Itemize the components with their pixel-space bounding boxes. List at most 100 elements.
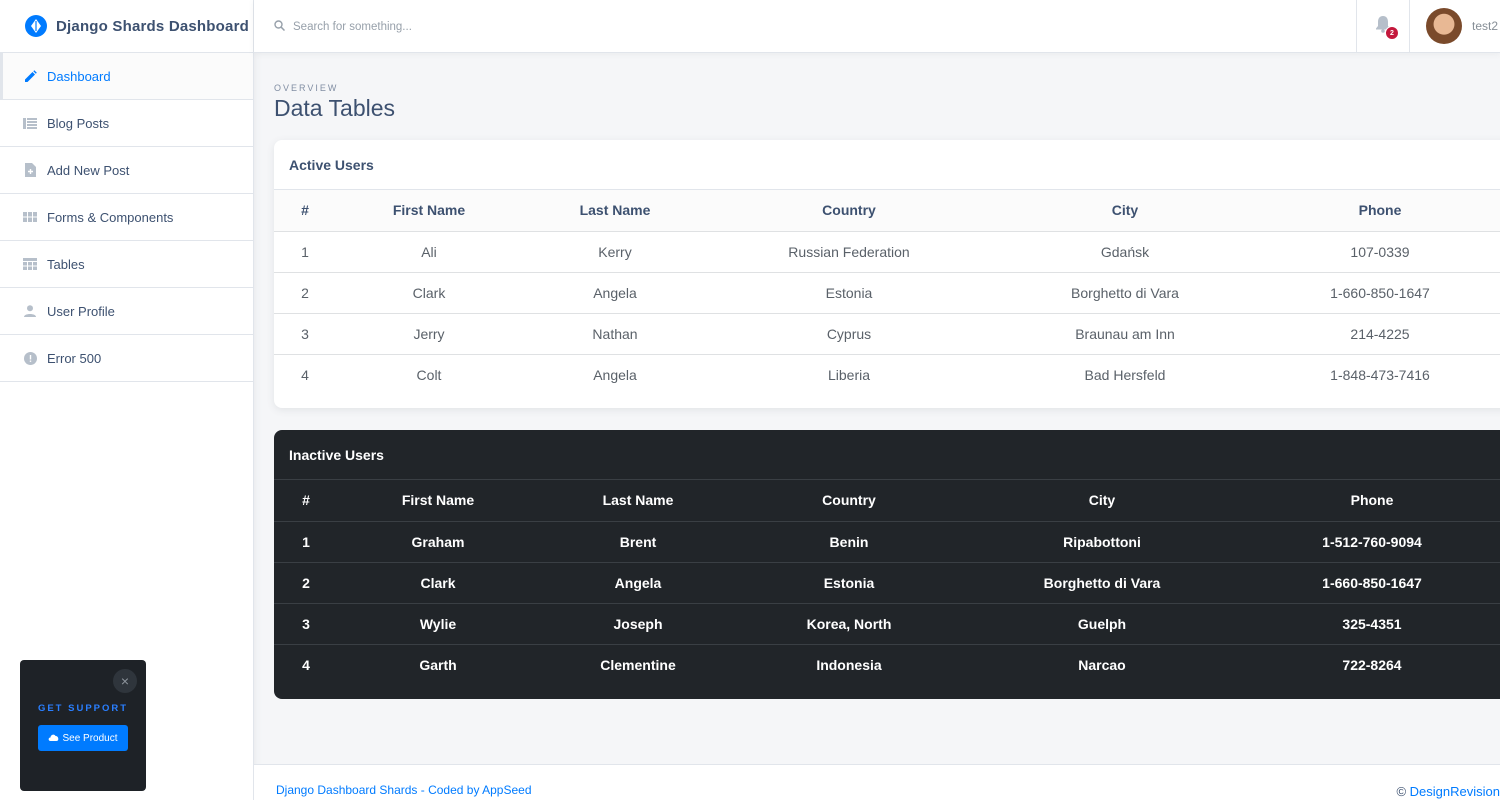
footer-link[interactable]: Django Dashboard Shards - Coded by AppSe… — [276, 783, 532, 797]
table-cell: 2 — [274, 272, 336, 314]
edit-icon — [23, 69, 37, 83]
table-row: 2 Clark Angela Estonia Borghetto di Vara 1-66… — [274, 562, 1500, 604]
table-cell: Benin — [738, 521, 960, 563]
table-cell: 325-4351 — [1244, 603, 1500, 645]
table-cell: 1-512-760-9094 — [1244, 521, 1500, 563]
sidebar-item-forms-components[interactable]: Forms & Components — [0, 194, 253, 241]
table-cell: 2 — [274, 562, 338, 604]
sidebar-item-label: Forms & Components — [47, 209, 174, 225]
table-cell: Bad Hersfeld — [1084, 366, 1166, 383]
search-bar — [274, 0, 893, 53]
blog-icon — [23, 116, 37, 130]
sidebar-item-label: User Profile — [47, 303, 115, 319]
table-cell: Cyprus — [708, 313, 990, 355]
column-header: Last Name — [538, 480, 738, 522]
table-cell: Clark — [336, 272, 522, 314]
cloud-icon — [48, 733, 59, 744]
table-cell: Clementine — [600, 656, 676, 673]
table-cell: Colt — [416, 366, 442, 383]
table-icon — [23, 257, 37, 271]
table-cell: Angela — [538, 562, 738, 604]
card-title: Active Users — [274, 140, 1500, 190]
search-input[interactable] — [293, 20, 893, 33]
copyright-symbol: © — [1396, 784, 1407, 799]
sidebar-item-add-new-post[interactable]: Add New Post — [0, 147, 253, 194]
column-header: # — [274, 190, 336, 232]
sidebar-item-dashboard[interactable]: Dashboard — [0, 53, 253, 100]
table-cell: Liberia — [827, 366, 871, 383]
inactive-users-table: # First Name Last Name Country City Phone 1 Gr… — [274, 480, 1500, 685]
column-header: First Name — [336, 190, 522, 232]
inactive-users-card: Inactive Users # First Name Last Name Count… — [274, 430, 1500, 699]
column-header: Phone — [1244, 480, 1500, 522]
table-cell: Angela — [522, 272, 708, 314]
table-cell: Kerry — [522, 231, 708, 273]
sidebar-item-label: Tables — [47, 256, 85, 272]
view-module-icon — [23, 210, 37, 224]
sidebar: Django Shards Dashboard Dashboard Blog P… — [0, 0, 254, 800]
page-title: Data Tables — [274, 95, 396, 121]
sidebar-item-label: Dashboard — [47, 68, 111, 84]
table-cell: Russian Federation — [708, 231, 990, 273]
designrevision-link[interactable]: DesignRevision — [1410, 784, 1500, 799]
table-cell: 4 — [301, 366, 309, 383]
notifications-button[interactable]: 2 — [1356, 0, 1410, 53]
table-cell: Clark — [338, 562, 538, 604]
table-header-row: # First Name Last Name Country City Phone — [274, 190, 1500, 232]
brand[interactable]: Django Shards Dashboard — [0, 0, 253, 53]
table-cell: Nathan — [522, 313, 708, 355]
table-cell: Indonesia — [816, 656, 882, 673]
table-row: 1 Graham Brent Benin Ripabottoni 1-512-760-90… — [274, 521, 1500, 563]
table-row: 2 Clark Angela Estonia Borghetto di Vara 1-66… — [274, 272, 1500, 314]
column-header: Country — [708, 190, 990, 232]
copyright: © DesignRevision — [1396, 784, 1500, 799]
table-cell: Borghetto di Vara — [990, 272, 1260, 314]
column-header: First Name — [338, 480, 538, 522]
table-cell: Braunau am Inn — [990, 313, 1260, 355]
sidebar-item-tables[interactable]: Tables — [0, 241, 253, 288]
table-cell: Angela — [593, 366, 637, 383]
page-subtitle: OVERVIEW — [274, 83, 339, 93]
sidebar-item-label: Blog Posts — [47, 115, 110, 131]
support-widget: × GET SUPPORT See Product — [20, 660, 146, 791]
brand-title: Django Shards Dashboard — [56, 17, 249, 35]
column-header: Country — [738, 480, 960, 522]
sidebar-item-blog-posts[interactable]: Blog Posts — [0, 100, 253, 147]
sidebar-item-label: Add New Post — [47, 162, 130, 178]
table-cell: 1 — [274, 521, 338, 563]
column-header: Phone — [1260, 190, 1500, 232]
table-cell: 4 — [302, 656, 310, 673]
table-row: 3 Wylie Joseph Korea, North Guelph 325-4351 — [274, 603, 1500, 645]
table-cell: 214-4225 — [1260, 313, 1500, 355]
avatar — [1426, 8, 1462, 44]
table-cell: Estonia — [708, 272, 990, 314]
table-cell: Ripabottoni — [960, 521, 1244, 563]
shards-logo-icon — [25, 15, 47, 37]
table-cell: Narcao — [1078, 656, 1126, 673]
user-menu[interactable]: test2 — [1426, 8, 1498, 44]
username: test2 — [1472, 19, 1499, 33]
search-icon — [274, 18, 286, 36]
card-title: Inactive Users — [274, 430, 1500, 480]
table-row: 3 Jerry Nathan Cyprus Braunau am Inn 214-4225 — [274, 313, 1500, 355]
table-header-row: # First Name Last Name Country City Phone — [274, 480, 1500, 522]
table-cell: Brent — [538, 521, 738, 563]
close-icon[interactable]: × — [113, 669, 137, 693]
error-icon — [23, 351, 37, 365]
table-cell: Ali — [336, 231, 522, 273]
table-cell: 722-8264 — [1342, 656, 1402, 673]
footer: Django Dashboard Shards - Coded by AppSe… — [254, 764, 1500, 800]
table-cell: Garth — [419, 656, 457, 673]
column-header: City — [960, 480, 1244, 522]
table-row: 4 Colt Angela Liberia Bad Hersfeld 1-848-473-… — [274, 354, 1500, 395]
table-cell: Guelph — [960, 603, 1244, 645]
active-users-table: # First Name Last Name Country City Phone 1 Al… — [274, 190, 1500, 395]
see-product-button[interactable]: See Product — [38, 725, 128, 751]
table-cell: 1-660-850-1647 — [1260, 272, 1500, 314]
person-icon — [23, 304, 37, 318]
column-header: Last Name — [522, 190, 708, 232]
sidebar-item-error-500[interactable]: Error 500 — [0, 335, 253, 382]
table-cell: 3 — [274, 603, 338, 645]
sidebar-item-user-profile[interactable]: User Profile — [0, 288, 253, 335]
table-cell: 107-0339 — [1260, 231, 1500, 273]
